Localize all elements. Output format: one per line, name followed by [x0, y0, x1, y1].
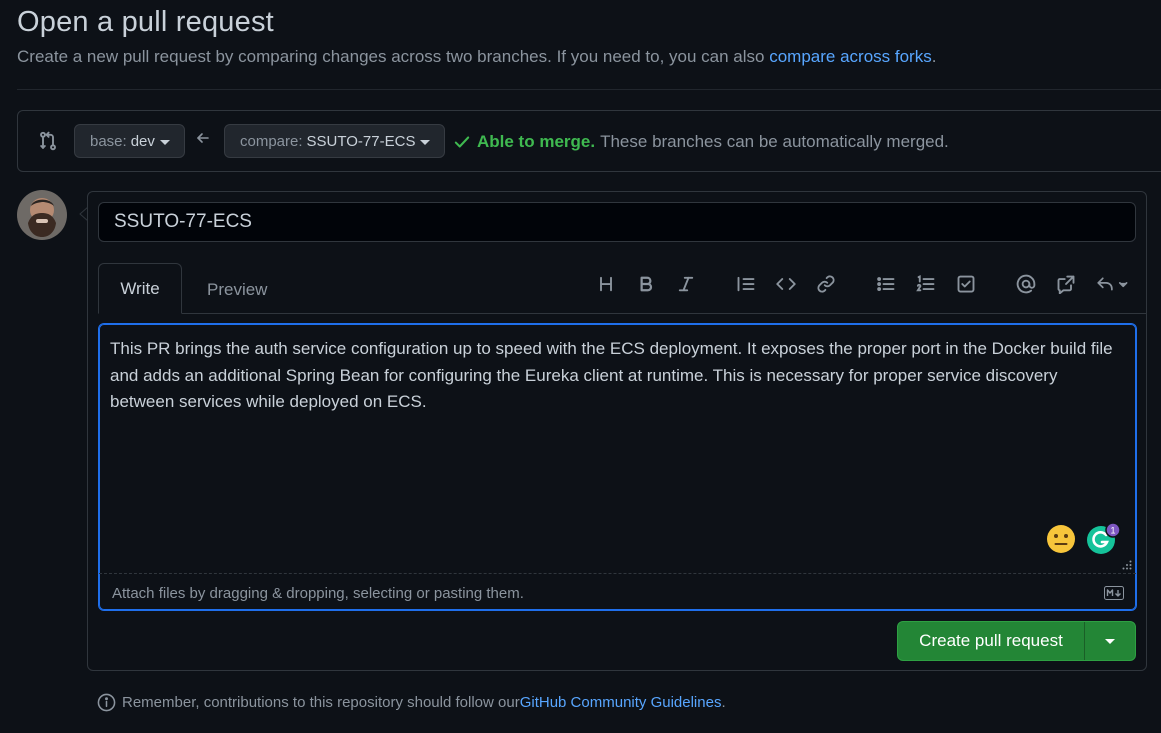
chevron-down-icon [1105, 638, 1115, 644]
page-title: Open a pull request [17, 6, 274, 38]
markdown-icon[interactable] [1104, 586, 1124, 600]
info-icon [97, 693, 116, 712]
compare-across-forks-link[interactable]: compare across forks [769, 47, 932, 66]
grammarly-count: 1 [1110, 526, 1115, 536]
quote-icon[interactable] [736, 274, 756, 294]
grammarly-icon[interactable]: 1 [1086, 523, 1122, 555]
tabs-divider [181, 313, 1146, 314]
merge-message: These branches can be automatically merg… [600, 132, 949, 151]
header-divider [17, 89, 1161, 90]
pr-body-editor[interactable]: This PR brings the auth service configur… [98, 323, 1137, 611]
reply-icon[interactable] [1096, 274, 1132, 294]
compare-branch-select[interactable]: compare: SSUTO-77-ECS [224, 124, 446, 158]
code-icon[interactable] [776, 274, 796, 294]
base-branch-label: base: [90, 132, 127, 150]
bold-icon[interactable] [636, 274, 656, 294]
community-guidelines-link[interactable]: GitHub Community Guidelines [520, 694, 722, 711]
subtitle-end: . [931, 47, 937, 66]
neutral-face-emoji-icon[interactable] [1046, 524, 1076, 554]
compare-branch-label: compare: [240, 132, 303, 150]
subtitle-text: Create a new pull request by comparing c… [17, 47, 770, 66]
avatar[interactable] [17, 190, 67, 240]
tab-preview[interactable]: Preview [207, 280, 267, 300]
resize-grip-icon[interactable] [1122, 560, 1132, 570]
check-icon [454, 136, 470, 148]
page-subtitle: Create a new pull request by comparing c… [17, 47, 936, 67]
base-branch-value: dev [130, 132, 155, 150]
pr-title-input[interactable] [98, 202, 1136, 242]
heading-icon[interactable] [596, 274, 616, 294]
attach-files-area[interactable]: Attach files by dragging & dropping, sel… [99, 573, 1136, 611]
pr-body-text[interactable]: This PR brings the auth service configur… [110, 336, 1120, 416]
avatar-image [17, 190, 67, 240]
pull-request-form: Write Preview This PR brings the auth se… [87, 191, 1147, 671]
chevron-down-icon [159, 139, 170, 145]
contribution-note: Remember, contributions to this reposito… [97, 693, 726, 712]
create-pull-request-button[interactable]: Create pull request [898, 622, 1085, 660]
note-text: Remember, contributions to this reposito… [122, 694, 520, 711]
note-end: . [721, 694, 726, 711]
attach-files-hint: Attach files by dragging & dropping, sel… [112, 585, 524, 602]
chevron-down-icon [420, 139, 431, 145]
link-icon[interactable] [816, 274, 836, 294]
arrow-left-icon [197, 133, 209, 143]
compare-branch-value: SSUTO-77-ECS [306, 132, 416, 150]
compare-icon [40, 131, 56, 151]
create-pull-request-group: Create pull request [897, 621, 1136, 661]
cross-reference-icon[interactable] [1056, 274, 1076, 295]
base-branch-select[interactable]: base: dev [74, 124, 185, 158]
tab-write[interactable]: Write [98, 263, 182, 314]
mention-icon[interactable] [1016, 274, 1036, 294]
italic-icon[interactable] [676, 274, 696, 294]
merge-ok-text: Able to merge. [477, 132, 596, 151]
bulleted-list-icon[interactable] [876, 274, 896, 294]
numbered-list-icon[interactable] [916, 274, 936, 294]
create-pull-request-dropdown[interactable] [1085, 622, 1135, 660]
branch-range-box: base: dev compare: SSUTO-77-ECS Able to … [17, 110, 1161, 172]
task-list-icon[interactable] [956, 274, 976, 294]
merge-status: Able to merge. These branches can be aut… [453, 132, 949, 152]
